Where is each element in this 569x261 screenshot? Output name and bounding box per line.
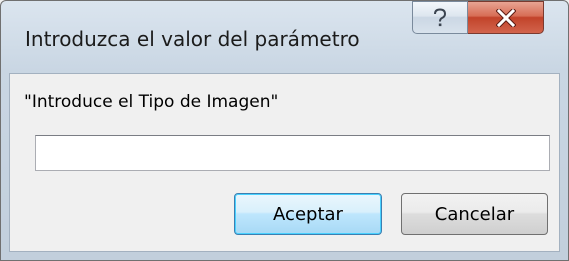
close-icon	[495, 8, 516, 27]
cancel-button[interactable]: Cancelar	[401, 193, 548, 235]
help-button[interactable]	[412, 1, 468, 34]
parameter-value-input[interactable]	[35, 135, 550, 171]
caption-buttons	[412, 1, 544, 36]
title-bar[interactable]: Introduzca el valor del parámetro	[1, 1, 568, 73]
help-icon	[434, 7, 447, 26]
accept-button[interactable]: Aceptar	[234, 193, 382, 235]
prompt-label: "Introduce el Tipo de Imagen"	[24, 92, 279, 112]
window-title: Introduzca el valor del parámetro	[25, 27, 360, 51]
close-button[interactable]	[468, 1, 544, 34]
